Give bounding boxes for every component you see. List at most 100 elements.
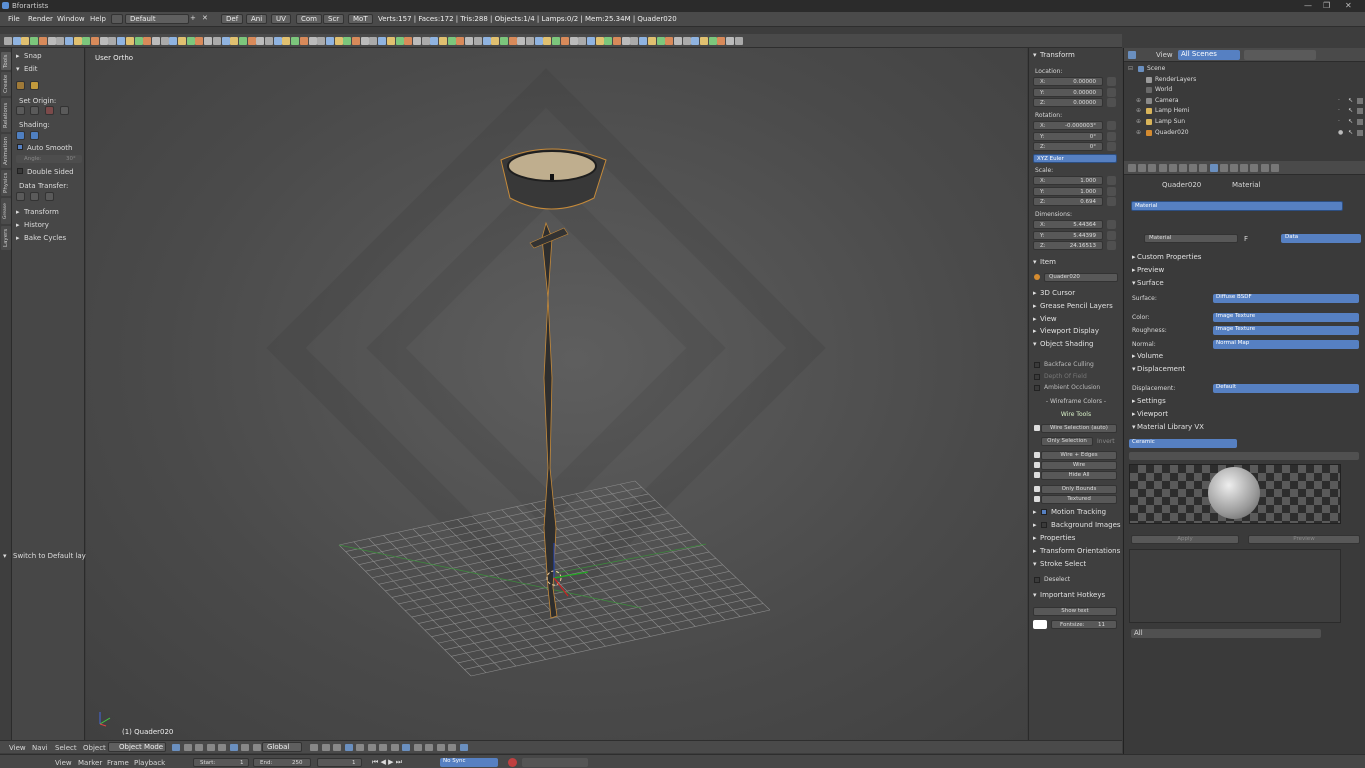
disp_val-select[interactable]: Default bbox=[1213, 384, 1359, 393]
rotation-2-field[interactable]: Z: 0° bbox=[1033, 142, 1103, 151]
tab-relations[interactable]: Relations bbox=[1, 98, 11, 132]
tab-grease-pencil[interactable]: Grease Pencil bbox=[1, 198, 18, 224]
toolbar-tool-35-icon[interactable] bbox=[308, 37, 317, 45]
section2-0-checkbox[interactable] bbox=[1041, 509, 1047, 515]
vh-object-menu[interactable]: Object bbox=[83, 744, 106, 752]
origin-cursor-icon[interactable] bbox=[30, 106, 39, 115]
hotkeys-header[interactable]: Important Hotkeys bbox=[1040, 591, 1105, 599]
color-swatch[interactable] bbox=[1033, 620, 1047, 629]
toolbar-tool-36-icon[interactable] bbox=[317, 37, 326, 45]
section-1[interactable]: Grease Pencil Layers bbox=[1040, 302, 1113, 310]
toolbar-tool-67-icon[interactable] bbox=[586, 37, 595, 45]
item-toggle-icon[interactable]: ▾ bbox=[1033, 258, 1037, 266]
section2-1[interactable]: Background Images bbox=[1051, 521, 1121, 529]
scale-2-field[interactable]: Z: 0.694 bbox=[1033, 197, 1103, 206]
angle-field[interactable]: Angle: 30° bbox=[16, 155, 82, 163]
outliner-item-1[interactable]: RenderLayers bbox=[1155, 76, 1196, 83]
toolbar-tool-57-icon[interactable] bbox=[499, 37, 508, 45]
toolbar-tool-33-icon[interactable] bbox=[291, 37, 300, 45]
prop-tab-3-icon[interactable] bbox=[1158, 164, 1167, 172]
toolbar-tool-7-icon[interactable] bbox=[64, 37, 73, 45]
prop-tab-7-icon[interactable] bbox=[1199, 164, 1208, 172]
outliner-item-3[interactable]: Camera bbox=[1155, 97, 1179, 104]
toolbar-tool-76-icon[interactable] bbox=[665, 37, 674, 45]
textured-button[interactable]: Textured bbox=[1041, 495, 1117, 504]
prop-tab-8-icon[interactable] bbox=[1209, 164, 1218, 172]
expand-icon[interactable]: ⊕ bbox=[1136, 129, 1141, 136]
rotation-1-field[interactable]: Y: 0° bbox=[1033, 131, 1103, 141]
toolbar-tool-1-icon[interactable] bbox=[12, 37, 21, 45]
viewport-tool-15-icon[interactable] bbox=[344, 744, 353, 751]
menu-window[interactable]: Window bbox=[57, 15, 85, 23]
toolbar-tool-38-icon[interactable] bbox=[334, 37, 343, 45]
layout-icon[interactable] bbox=[111, 14, 123, 24]
fontsize-field[interactable]: Fontsize: 11 bbox=[1051, 620, 1117, 629]
prop-tab-10-icon[interactable] bbox=[1230, 164, 1238, 172]
vh-view-menu[interactable]: View bbox=[9, 744, 26, 752]
custom_props-toggle-icon[interactable]: ▸ bbox=[1132, 253, 1136, 261]
section-toggle-icon[interactable]: ▾ bbox=[1033, 340, 1037, 348]
dimension-0-field[interactable]: X: 5.44364 bbox=[1033, 220, 1103, 229]
deselect-checkbox[interactable] bbox=[1034, 577, 1040, 583]
rotation-1-lock-icon[interactable] bbox=[1107, 131, 1116, 141]
scale-1-lock-icon[interactable] bbox=[1107, 186, 1116, 196]
prop-tab-0-icon[interactable] bbox=[1128, 164, 1136, 172]
toolbar-tool-59-icon[interactable] bbox=[517, 37, 526, 45]
prop-tab-11-icon[interactable] bbox=[1240, 164, 1249, 172]
prop-tab-5-icon[interactable] bbox=[1179, 164, 1187, 172]
switch-default-layout[interactable]: Switch to Default layout bbox=[13, 552, 97, 560]
bake-toggle-icon[interactable]: ▸ bbox=[16, 234, 20, 242]
tab-mot[interactable]: MoT bbox=[348, 14, 373, 24]
transform-toggle-icon[interactable]: ▾ bbox=[1033, 51, 1037, 59]
prop-tab-9-icon[interactable] bbox=[1219, 164, 1228, 172]
tab-ani[interactable]: Ani bbox=[246, 14, 268, 24]
section2-2[interactable]: Properties bbox=[1040, 534, 1075, 542]
toolbar-tool-64-icon[interactable] bbox=[560, 37, 569, 45]
toolbar-tool-31-icon[interactable] bbox=[273, 37, 282, 45]
toolbar-tool-79-icon[interactable] bbox=[691, 37, 700, 45]
toolbar-tool-54-icon[interactable] bbox=[473, 37, 482, 45]
toolbar-tool-0-icon[interactable] bbox=[4, 37, 12, 45]
item-header[interactable]: Item bbox=[1040, 258, 1056, 266]
history-panel[interactable]: History bbox=[24, 221, 49, 229]
toolbar-tool-42-icon[interactable] bbox=[369, 37, 378, 45]
prop-tab-2-icon[interactable] bbox=[1148, 164, 1157, 172]
shade-smooth-icon[interactable] bbox=[16, 131, 25, 140]
toolbar-tool-58-icon[interactable] bbox=[508, 37, 517, 45]
snap-toggle-icon[interactable]: ▸ bbox=[16, 52, 20, 60]
add-layout-icon[interactable]: + bbox=[190, 14, 196, 22]
rotation-0-lock-icon[interactable] bbox=[1107, 121, 1116, 130]
switch-default-toggle-icon[interactable]: ▾ bbox=[3, 552, 7, 560]
location-1-lock-icon[interactable] bbox=[1107, 87, 1116, 97]
toolbar-tool-37-icon[interactable] bbox=[325, 37, 334, 45]
section-4[interactable]: Object Shading bbox=[1040, 340, 1093, 348]
toolbar-tool-22-icon[interactable] bbox=[195, 37, 204, 45]
outliner-item-6[interactable]: Quader020 bbox=[1155, 129, 1189, 136]
viewport-tool-4-icon[interactable] bbox=[218, 744, 226, 751]
toolbar-tool-40-icon[interactable] bbox=[352, 37, 360, 45]
tab-uv[interactable]: UV bbox=[271, 14, 291, 24]
viewport-tool-6-icon[interactable] bbox=[241, 744, 249, 751]
toolbar-tool-23-icon[interactable] bbox=[204, 37, 213, 45]
preview-header[interactable]: Preview bbox=[1137, 266, 1164, 274]
toolbar-tool-75-icon[interactable] bbox=[656, 37, 665, 45]
color_val-select[interactable]: Image Texture bbox=[1213, 313, 1359, 322]
toolbar-tool-78-icon[interactable] bbox=[682, 37, 691, 45]
toolbar-tool-56-icon[interactable] bbox=[491, 37, 500, 45]
section-toggle-icon[interactable]: ▸ bbox=[1033, 315, 1037, 323]
toolbar-tool-41-icon[interactable] bbox=[360, 37, 369, 45]
viewport-tool-23-icon[interactable] bbox=[436, 744, 445, 751]
scale-0-field[interactable]: X: 1.000 bbox=[1033, 176, 1103, 185]
dimension-0-lock-icon[interactable] bbox=[1107, 220, 1116, 229]
bake-cycles-panel[interactable]: Bake Cycles bbox=[24, 234, 66, 242]
toolbar-tool-44-icon[interactable] bbox=[386, 37, 395, 45]
record-icon[interactable] bbox=[508, 758, 517, 767]
toolbar-tool-13-icon[interactable] bbox=[117, 37, 126, 45]
section2-4[interactable]: Stroke Select bbox=[1040, 560, 1086, 568]
prop-tab-4-icon[interactable] bbox=[1168, 164, 1177, 172]
toolbar-tool-30-icon[interactable] bbox=[265, 37, 273, 45]
normal_val-select[interactable]: Normal Map bbox=[1213, 340, 1359, 349]
section2-toggle-icon[interactable]: ▸ bbox=[1033, 547, 1037, 555]
location-1-field[interactable]: Y: 0.00000 bbox=[1033, 87, 1103, 97]
surface-toggle-icon[interactable]: ▾ bbox=[1132, 279, 1136, 287]
